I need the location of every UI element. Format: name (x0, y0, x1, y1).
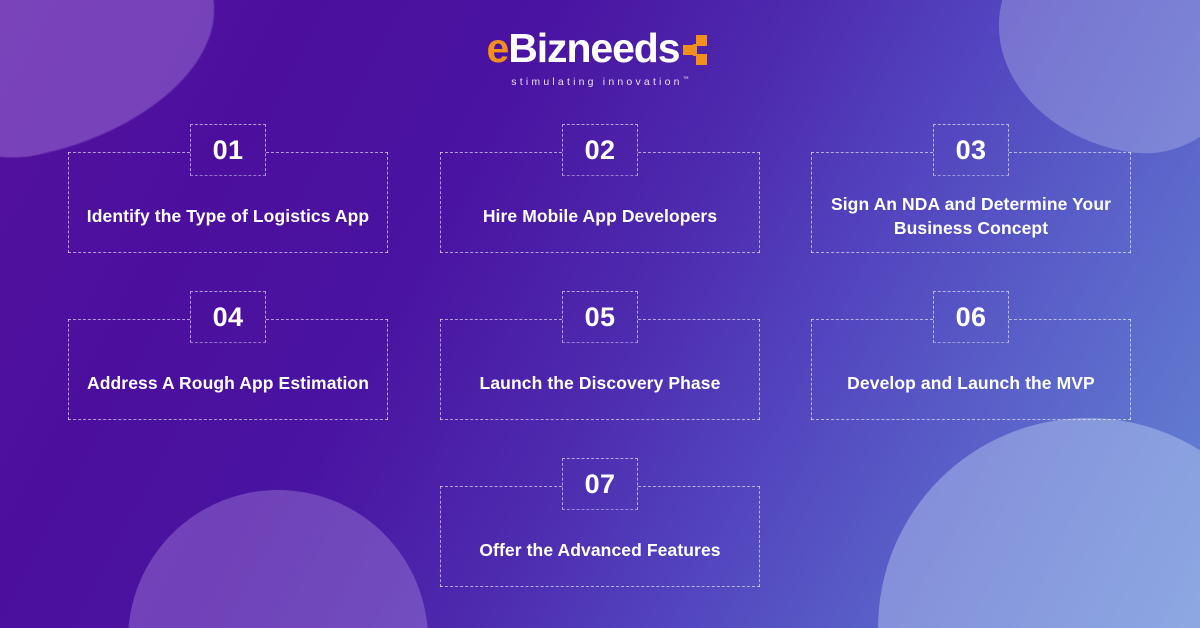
step-title: Develop and Launch the MVP (847, 372, 1095, 393)
step-card-06[interactable]: 06 Develop and Launch the MVP (811, 291, 1131, 420)
step-title: Launch the Discovery Phase (479, 372, 721, 393)
logo-tagline: stimulating innovation™ (511, 76, 688, 88)
step-number-badge: 05 (562, 291, 638, 343)
logo-tagline-text: stimulating innovation (511, 76, 683, 88)
step-title: Hire Mobile App Developers (482, 205, 718, 226)
trademark-symbol: ™ (682, 76, 689, 83)
step-card-04[interactable]: 04 Address A Rough App Estimation (68, 291, 388, 420)
step-number-badge: 07 (562, 458, 638, 510)
orange-squares-icon (683, 35, 713, 65)
step-number-badge: 06 (933, 291, 1009, 343)
step-number-badge: 04 (190, 291, 266, 343)
step-title: Offer the Advanced Features (479, 539, 721, 560)
step-title: Identify the Type of Logistics App (86, 205, 370, 226)
step-card-07[interactable]: 07 Offer the Advanced Features (440, 458, 760, 587)
steps-grid: 01 Identify the Type of Logistics App 02… (0, 0, 1200, 628)
step-number-badge: 03 (933, 124, 1009, 176)
step-card-01[interactable]: 01 Identify the Type of Logistics App (68, 124, 388, 253)
step-card-03[interactable]: 03 Sign An NDA and Determine Your Busine… (811, 124, 1131, 253)
logo-name-rest: Bizneeds (508, 25, 680, 71)
step-card-02[interactable]: 02 Hire Mobile App Developers (440, 124, 760, 253)
brand-logo: e Bizneeds stimulating innovation™ (0, 28, 1200, 88)
step-title: Sign An NDA and Determine Your Business … (830, 194, 1112, 238)
step-number-badge: 02 (562, 124, 638, 176)
logo-wordmark: e Bizneeds (487, 28, 714, 69)
logo-name-prefix: e (486, 25, 510, 71)
step-card-05[interactable]: 05 Launch the Discovery Phase (440, 291, 760, 420)
infographic-canvas: e Bizneeds stimulating innovation™ 01 Id… (0, 0, 1200, 628)
step-number-badge: 01 (190, 124, 266, 176)
step-title: Address A Rough App Estimation (86, 372, 370, 393)
